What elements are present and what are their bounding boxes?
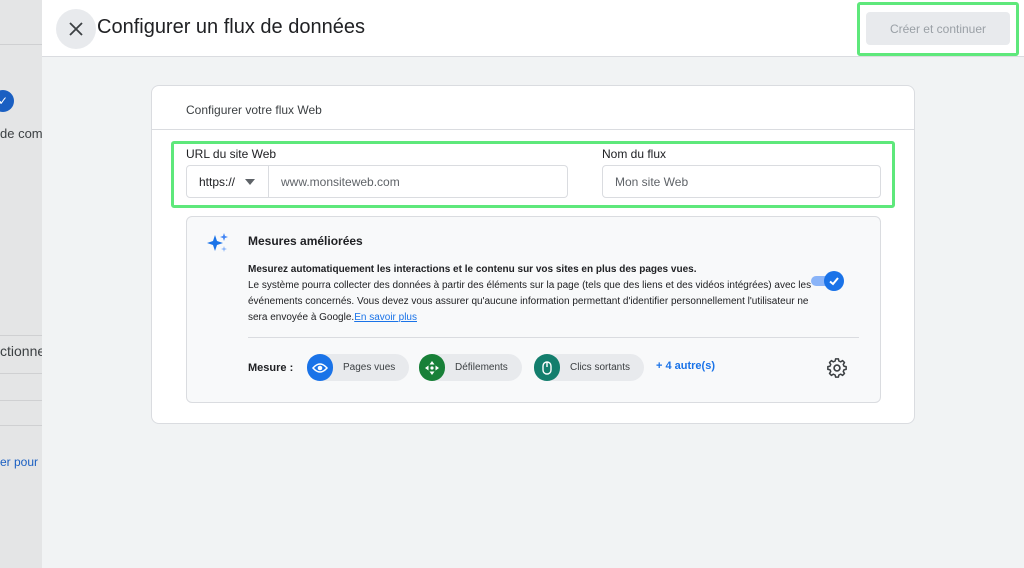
mouse-icon bbox=[542, 360, 552, 375]
background-check-icon: ✓ bbox=[0, 90, 14, 112]
background-divider bbox=[0, 400, 42, 401]
check-icon bbox=[829, 277, 839, 286]
eye-icon bbox=[312, 362, 328, 373]
url-input[interactable] bbox=[269, 165, 568, 198]
stream-name-input[interactable] bbox=[602, 165, 881, 198]
dialog-title: Configurer un flux de données bbox=[97, 16, 365, 38]
enhanced-measurement-description: Mesurez automatiquement les interactions… bbox=[248, 262, 818, 326]
background-text: ctionne bbox=[0, 343, 42, 359]
chip-icon-bg bbox=[307, 354, 333, 381]
dialog-header: Configurer un flux de données Créer et c… bbox=[42, 0, 1024, 57]
protocol-value: https:// bbox=[199, 174, 236, 189]
chip-label: Clics sortants bbox=[570, 362, 631, 373]
enhanced-measurement-toggle[interactable] bbox=[811, 271, 844, 291]
card-divider bbox=[152, 129, 914, 130]
protocol-select[interactable]: https:// bbox=[186, 165, 269, 198]
sparkle-icon bbox=[207, 233, 228, 252]
background-divider bbox=[0, 44, 42, 45]
toggle-knob bbox=[824, 271, 844, 291]
scroll-arrows-icon bbox=[425, 360, 439, 375]
chip-icon-bg bbox=[534, 354, 560, 381]
enhanced-measurement-panel: Mesures améliorées Mesurez automatiqueme… bbox=[186, 216, 881, 403]
chip-label: Défilements bbox=[455, 362, 508, 373]
measure-label: Mesure : bbox=[248, 362, 294, 374]
learn-more-link[interactable]: En savoir plus bbox=[354, 312, 417, 323]
create-and-continue-button[interactable]: Créer et continuer bbox=[866, 12, 1010, 45]
background-divider bbox=[0, 335, 42, 336]
chip-label: Pages vues bbox=[343, 362, 396, 373]
card-title: Configurer votre flux Web bbox=[186, 103, 322, 117]
background-divider bbox=[0, 425, 42, 426]
gear-icon[interactable] bbox=[827, 358, 847, 378]
enhanced-measurement-title: Mesures améliorées bbox=[248, 234, 363, 248]
background-text: de comp bbox=[0, 126, 42, 141]
close-button[interactable] bbox=[56, 9, 96, 49]
background-divider bbox=[0, 373, 42, 374]
caret-down-icon bbox=[245, 178, 256, 185]
chip-scrolls[interactable]: Défilements bbox=[419, 354, 522, 381]
close-icon bbox=[69, 22, 83, 36]
description-text: Le système pourra collecter des données … bbox=[248, 280, 812, 323]
background-link: er pour bbox=[0, 455, 39, 469]
web-stream-card: Configurer votre flux Web URL du site We… bbox=[151, 85, 915, 424]
configure-stream-dialog: Configurer un flux de données Créer et c… bbox=[42, 0, 1024, 568]
chip-page-views[interactable]: Pages vues bbox=[307, 354, 410, 381]
background-page: ✓ de comp ctionne er pour bbox=[0, 0, 42, 568]
chip-outbound-clicks[interactable]: Clics sortants bbox=[534, 354, 645, 381]
stream-name-label: Nom du flux bbox=[602, 147, 667, 161]
more-measures-link[interactable]: + 4 autre(s) bbox=[656, 360, 715, 372]
chip-icon-bg bbox=[419, 354, 445, 381]
description-bold: Mesurez automatiquement les interactions… bbox=[248, 264, 697, 275]
url-label: URL du site Web bbox=[186, 147, 277, 161]
panel-divider bbox=[248, 337, 859, 338]
